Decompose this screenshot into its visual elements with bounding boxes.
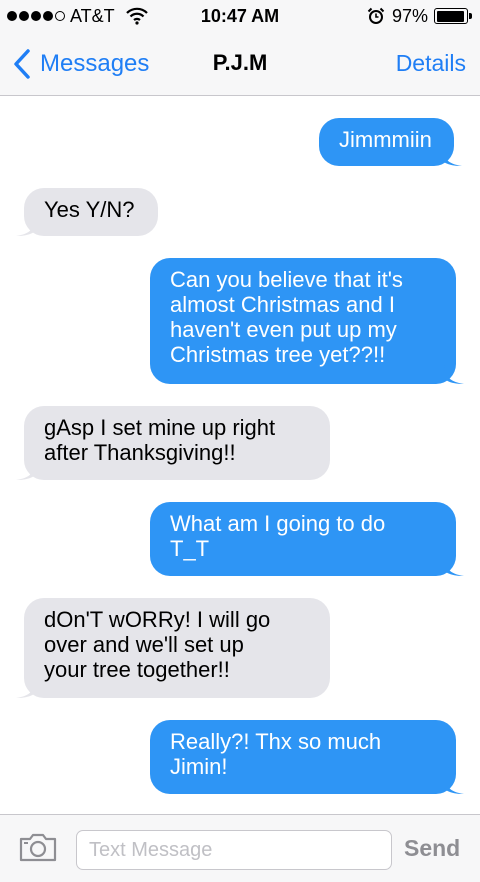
message-text: Really?! Thx so much Jimin! bbox=[170, 729, 382, 779]
message-text: What am I going to do T_T bbox=[170, 511, 386, 561]
bubble-tail bbox=[444, 774, 464, 794]
message-list: Jimmmiin Yes Y/N? Can you believe that i… bbox=[0, 96, 480, 814]
details-button[interactable]: Details bbox=[396, 50, 466, 77]
camera-icon[interactable] bbox=[18, 831, 58, 863]
battery-icon bbox=[434, 8, 472, 24]
message-text: dOn'T wORRy! I will go over and we'll se… bbox=[44, 607, 271, 682]
battery-percent: 97% bbox=[392, 6, 429, 26]
back-chevron-icon bbox=[14, 49, 30, 79]
message-bubble-incoming[interactable]: dOn'T wORRy! I will go over and we'll se… bbox=[16, 598, 330, 698]
message-bubble-incoming[interactable]: Yes Y/N? bbox=[16, 188, 158, 236]
message-bubble-outgoing[interactable]: Can you believe that it's almost Christm… bbox=[150, 258, 464, 384]
bubble-tail bbox=[16, 678, 36, 698]
message-bubble-outgoing[interactable]: Jimmmiin bbox=[319, 118, 462, 166]
message-bubble-outgoing[interactable]: What am I going to do T_T bbox=[150, 502, 464, 576]
compose-bar: Text Message Send bbox=[0, 814, 480, 882]
alarm-clock-icon bbox=[367, 7, 385, 24]
message-text: gAsp I set mine up right after Thanksgiv… bbox=[44, 415, 276, 465]
message-bubble-outgoing[interactable]: Really?! Thx so much Jimin! bbox=[150, 720, 464, 794]
bubble-tail bbox=[16, 460, 36, 480]
send-button[interactable]: Send bbox=[404, 835, 460, 862]
bubble-tail bbox=[442, 146, 462, 166]
message-bubble-incoming[interactable]: gAsp I set mine up right after Thanksgiv… bbox=[16, 406, 330, 480]
message-input[interactable]: Text Message bbox=[76, 830, 392, 870]
status-bar: AT&T 10:47 AM 97% bbox=[0, 0, 480, 34]
message-text: Yes Y/N? bbox=[44, 197, 135, 222]
bubble-tail bbox=[444, 556, 464, 576]
bubble-tail bbox=[16, 216, 36, 236]
nav-bar: Messages P.J.M Details bbox=[0, 34, 480, 96]
message-text: Can you believe that it's almost Christm… bbox=[170, 267, 403, 367]
back-button[interactable]: Messages bbox=[12, 48, 149, 80]
back-label: Messages bbox=[40, 50, 150, 77]
message-text: Jimmmiin bbox=[339, 127, 432, 152]
bubble-tail bbox=[444, 364, 464, 384]
